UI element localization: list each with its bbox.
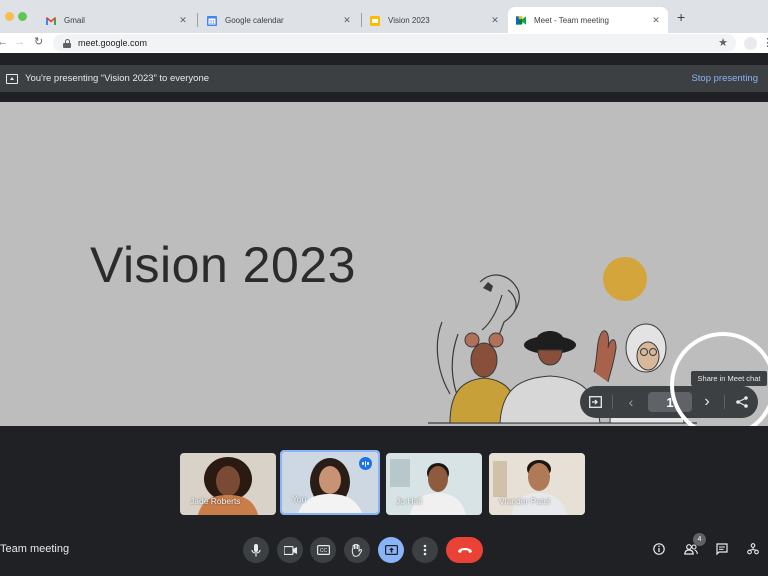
new-tab-icon[interactable]: + [677, 10, 685, 24]
url-text[interactable]: meet.google.com [78, 38, 147, 48]
present-screen-button[interactable] [378, 537, 404, 563]
presenting-message: You're presenting “Vision 2023” to every… [25, 73, 210, 84]
tab-title: Vision 2023 [388, 16, 430, 25]
captions-button[interactable]: CC [310, 537, 336, 563]
address-row: ← → ↻ meet.google.com ★ ⋮ [0, 33, 768, 53]
tab-title: Gmail [64, 16, 85, 25]
gmail-icon [46, 16, 56, 26]
meeting-title: Team meeting [0, 543, 70, 555]
previous-slide-icon[interactable]: ‹ [620, 386, 642, 418]
browser-tab-strip: Gmail ✕ 31 Google calendar ✕ Vision 2023… [0, 0, 768, 34]
slide-title: Vision 2023 [90, 237, 356, 293]
participant-tile[interactable]: Jo Hall [386, 453, 482, 515]
raise-hand-icon [351, 543, 363, 557]
participant-name: You [292, 494, 307, 504]
raise-hand-button[interactable] [344, 537, 370, 563]
lock-icon [63, 38, 71, 48]
close-tab-icon[interactable]: ✕ [489, 15, 501, 26]
close-tab-icon[interactable]: ✕ [341, 15, 353, 26]
tab-calendar[interactable]: 31 Google calendar ✕ [199, 7, 359, 34]
browser-menu-icon[interactable]: ⋮ [762, 36, 768, 49]
activities-icon[interactable] [745, 541, 761, 557]
microphone-button[interactable] [243, 537, 269, 563]
bookmark-star-icon[interactable]: ★ [718, 36, 728, 49]
stop-presenting-button[interactable]: Stop presenting [691, 73, 758, 84]
svg-text:CC: CC [319, 548, 327, 554]
slides-icon [370, 15, 380, 26]
presentation-slide: Vision 2023 ‹ 1 › [0, 102, 768, 462]
participant-tile-self[interactable]: You [280, 450, 380, 515]
tab-title: Google calendar [225, 16, 284, 25]
participant-name: Jade Roberts [190, 496, 241, 506]
presenting-banner: You're presenting “Vision 2023” to every… [0, 53, 768, 92]
close-tab-icon[interactable]: ✕ [177, 15, 189, 26]
leave-call-button[interactable] [446, 537, 483, 563]
speaking-indicator-icon [359, 457, 372, 470]
exit-slideshow-icon[interactable] [584, 386, 606, 418]
address-bar[interactable]: meet.google.com ★ [53, 34, 736, 52]
captions-icon: CC [316, 545, 330, 555]
microphone-icon [251, 543, 261, 556]
more-options-button[interactable] [412, 537, 438, 563]
close-tab-icon[interactable]: ✕ [650, 15, 662, 26]
meet-icon [516, 16, 526, 26]
camera-icon [283, 545, 297, 555]
participant-tile[interactable]: Jade Roberts [180, 453, 276, 515]
presenting-bar: You're presenting “Vision 2023” to every… [0, 65, 768, 92]
share-in-chat-tooltip: Share in Meet chat [691, 371, 767, 386]
calendar-icon: 31 [207, 15, 217, 26]
chat-icon[interactable] [714, 541, 730, 557]
participant-name: Vlander Patel [499, 496, 551, 506]
present-screen-icon [384, 545, 398, 555]
participant-tile[interactable]: Vlander Patel [489, 453, 585, 515]
tab-title: Meet - Team meeting [534, 16, 609, 25]
end-call-icon [457, 547, 472, 553]
forward-icon[interactable]: → [14, 36, 25, 49]
more-vert-icon [423, 544, 427, 556]
tab-gmail[interactable]: Gmail ✕ [38, 7, 195, 34]
tab-meet[interactable]: Meet - Team meeting ✕ [508, 7, 668, 34]
profile-avatar[interactable] [744, 37, 757, 50]
people-count-badge: 4 [693, 533, 706, 546]
control-separator [612, 395, 613, 409]
present-screen-icon [6, 73, 18, 84]
window-zoom-dot[interactable] [18, 12, 27, 21]
reload-icon[interactable]: ↻ [34, 36, 43, 49]
tab-separator [197, 13, 198, 27]
window-minimize-dot[interactable] [5, 12, 14, 21]
tab-vision-2023[interactable]: Vision 2023 ✕ [362, 7, 507, 34]
back-icon[interactable]: ← [0, 36, 8, 49]
camera-button[interactable] [277, 537, 303, 563]
participant-name: Jo Hall [396, 496, 422, 506]
svg-text:31: 31 [209, 20, 215, 26]
meeting-details-icon[interactable] [651, 541, 667, 557]
meet-window: Gmail ✕ 31 Google calendar ✕ Vision 2023… [0, 0, 768, 576]
